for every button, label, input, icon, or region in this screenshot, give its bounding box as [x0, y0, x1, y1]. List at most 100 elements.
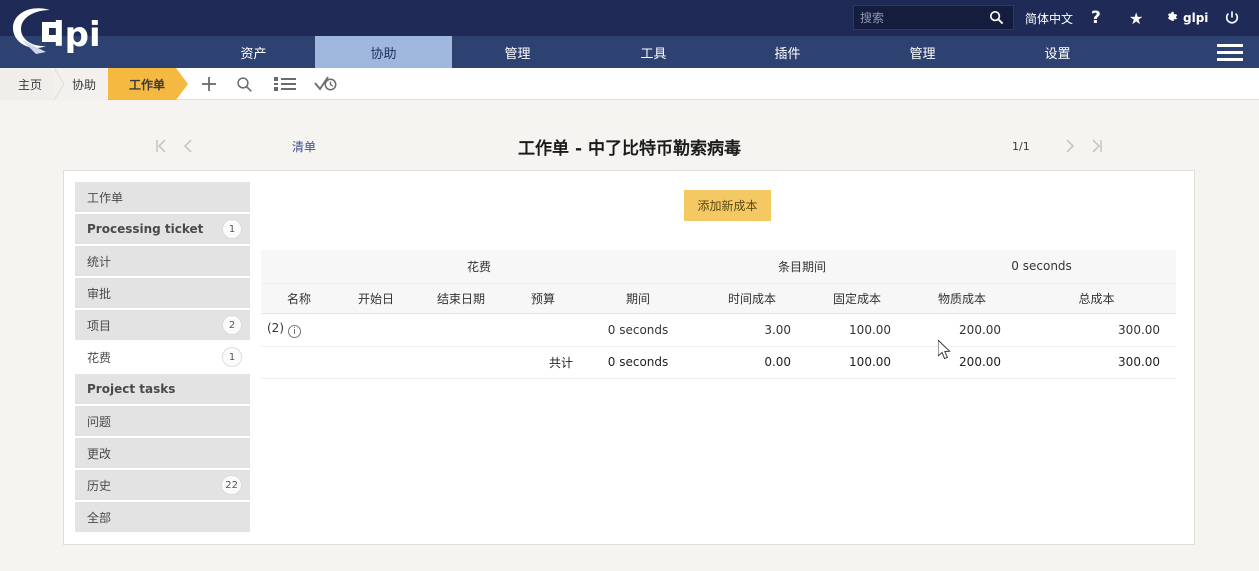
breadcrumb: 主页 协助 工作单 [0, 68, 1259, 100]
cost-table-summary-row: 花费 条目期间 0 seconds [261, 250, 1177, 284]
sidebar-item-problems[interactable]: 问题 [75, 406, 250, 436]
nav-item-management[interactable]: 管理 [452, 36, 583, 68]
logout-power-icon[interactable] [1224, 0, 1240, 36]
info-icon[interactable]: i [288, 325, 301, 338]
sidebar-item-changes[interactable]: 更改 [75, 438, 250, 468]
search-icon[interactable] [982, 6, 1010, 29]
cell-period: 0 seconds [579, 313, 698, 347]
entry-duration-value: 0 seconds [907, 250, 1177, 284]
entry-duration-label: 条目期间 [697, 250, 908, 284]
breadcrumb-label: 工作单 [128, 77, 165, 92]
cell-end-date [415, 313, 507, 347]
nav-item-tools[interactable]: 工具 [588, 36, 719, 68]
search-icon[interactable] [231, 68, 257, 100]
add-cost-toolbar: 添加新成本 [261, 171, 1194, 221]
global-search[interactable] [853, 5, 1014, 30]
last-record-button[interactable] [1084, 118, 1110, 174]
nav-label: 插件 [774, 46, 801, 62]
sidebar-badge: 1 [222, 347, 242, 367]
next-record-button[interactable] [1058, 118, 1082, 174]
sidebar-item-projects[interactable]: 项目 2 [75, 310, 250, 340]
breadcrumb-item-home[interactable]: 主页 [0, 68, 62, 100]
cell-time-cost: 3.00 [697, 313, 808, 347]
cell-start-date [337, 313, 415, 347]
sidebar-item-history[interactable]: 历史 22 [75, 470, 250, 500]
total-period: 0 seconds [579, 346, 698, 379]
breadcrumb-item-ticket[interactable]: 工作单 [108, 68, 188, 100]
cell-budget [507, 313, 579, 347]
plus-icon[interactable] [196, 68, 222, 100]
column-header-total-cost[interactable]: 总成本 [1017, 283, 1177, 314]
record-pagination: 1/1 [1012, 118, 1030, 174]
help-glyph: ? [1091, 8, 1101, 28]
sidebar-badge: 1 [222, 219, 242, 239]
favorites-star-icon[interactable]: ★ [1129, 0, 1143, 36]
cell-total-cost: 300.00 [1017, 313, 1177, 347]
sidebar-item-approvals[interactable]: 审批 [75, 278, 250, 308]
column-header-material-cost[interactable]: 物质成本 [907, 283, 1018, 314]
column-header-end-date[interactable]: 结束日期 [415, 283, 507, 314]
nav-label: 资产 [240, 46, 267, 62]
svg-text:lpi: lpi [53, 15, 101, 55]
nav-item-plugins[interactable]: 插件 [722, 36, 853, 68]
sidebar-item-label: Project tasks [87, 382, 176, 396]
sidebar-item-processing-ticket[interactable]: Processing ticket 1 [75, 214, 250, 244]
sidebar-item-project-tasks[interactable]: Project tasks [75, 374, 250, 404]
list-icon[interactable] [270, 68, 300, 100]
sidebar-badge: 22 [221, 475, 242, 495]
total-fixed-cost: 100.00 [807, 346, 908, 379]
cost-name-label: (2) [267, 321, 284, 335]
nav-item-administration[interactable]: 管理 [857, 36, 988, 68]
help-icon[interactable]: ? [1091, 0, 1101, 36]
check-clock-icon[interactable] [311, 68, 341, 100]
column-header-name[interactable]: 名称 [261, 283, 337, 314]
sidebar-item-statistics[interactable]: 统计 [75, 246, 250, 276]
sidebar-badge: 2 [222, 315, 242, 335]
total-label: 共计 [507, 346, 579, 379]
column-header-start-date[interactable]: 开始日 [337, 283, 415, 314]
sidebar-item-label: 全部 [87, 510, 112, 525]
cost-table-header-row: 名称 开始日 结束日期 预算 期间 时间成本 固定成本 物质成本 总成本 [261, 283, 1177, 314]
cell-material-cost: 200.00 [907, 313, 1018, 347]
breadcrumb-item-assistance[interactable]: 协助 [54, 68, 116, 100]
total-material-cost: 200.00 [907, 346, 1018, 379]
menu-icon[interactable] [1213, 36, 1247, 68]
language-selector[interactable]: 简体中文 [1025, 0, 1073, 36]
sidebar-item-label: 更改 [87, 446, 112, 461]
mouse-cursor [937, 338, 954, 362]
cost-content-area: 添加新成本 花费 条目期间 0 seconds 名称 开始日 结束日期 预算 期… [261, 171, 1194, 379]
sidebar-item-costs[interactable]: 花费 1 [75, 342, 250, 372]
sidebar-item-label: 统计 [87, 254, 112, 269]
star-glyph: ★ [1129, 8, 1144, 28]
sidebar-item-ticket[interactable]: 工作单 [75, 182, 250, 212]
nav-item-assistance[interactable]: 协助 [315, 36, 452, 68]
sidebar-item-label: 工作单 [87, 190, 124, 205]
sidebar-item-label: 历史 [87, 478, 112, 493]
nav-label: 管理 [909, 46, 936, 62]
nav-item-assets[interactable]: 资产 [188, 36, 319, 68]
sidebar-item-all[interactable]: 全部 [75, 502, 250, 532]
column-header-period[interactable]: 期间 [579, 283, 698, 314]
column-header-fixed-cost[interactable]: 固定成本 [807, 283, 908, 314]
nav-label: 协助 [370, 46, 397, 62]
pagination-label: 1/1 [1012, 139, 1030, 153]
glpi-logo[interactable]: lpi [6, 2, 114, 58]
cost-table: 花费 条目期间 0 seconds 名称 开始日 结束日期 预算 期间 时间成本… [261, 250, 1177, 379]
table-row[interactable]: (2) i 0 seconds 3.00 100.00 200.00 300.00 [261, 313, 1177, 347]
nav-item-setup[interactable]: 设置 [992, 36, 1123, 68]
search-input[interactable] [854, 6, 982, 29]
column-header-time-cost[interactable]: 时间成本 [697, 283, 808, 314]
main-navigation: 资产 协助 管理 工具 插件 管理 设置 [0, 36, 1259, 68]
gear-icon [1164, 10, 1179, 26]
add-new-cost-button[interactable]: 添加新成本 [684, 190, 771, 221]
ticket-detail-panel: 工作单 Processing ticket 1 统计 审批 项目 2 花费 1 … [63, 170, 1195, 545]
sidebar-item-label: 花费 [87, 350, 112, 365]
cell-name[interactable]: (2) i [261, 313, 337, 347]
nav-label: 工具 [640, 46, 667, 62]
cell-fixed-cost: 100.00 [807, 313, 908, 347]
breadcrumb-label: 协助 [71, 77, 96, 92]
column-header-budget[interactable]: 预算 [507, 283, 579, 314]
nav-label: 管理 [504, 46, 531, 62]
cost-section-title: 花费 [261, 250, 698, 284]
user-settings[interactable]: glpi [1164, 0, 1208, 36]
